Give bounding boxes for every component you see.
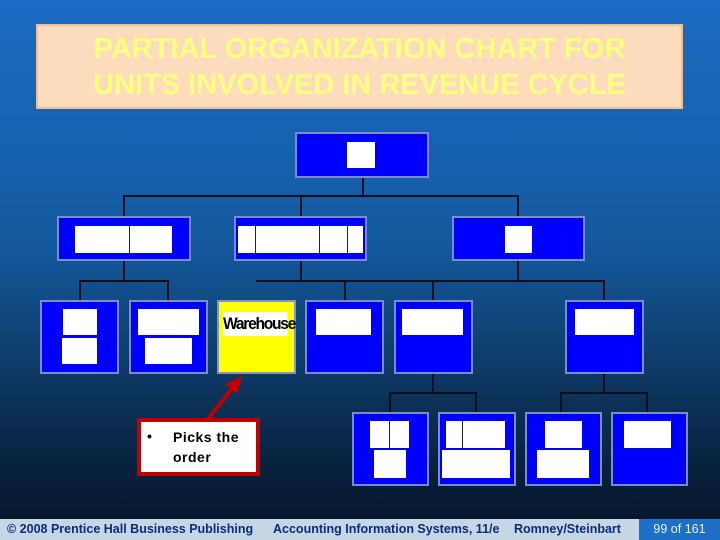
callout-bullet: • [147,428,152,444]
node-label-placeholder [316,309,371,335]
node-label-placeholder [442,450,510,478]
connector [560,392,562,412]
connector [300,260,302,281]
connector [79,280,81,300]
callout-box: • Picks the order [137,418,260,476]
connector [256,280,346,282]
connector [344,280,434,282]
slide-title-box: PARTIAL ORGANIZATION CHART FOR UNITS INV… [36,24,683,109]
footer-book-title: Accounting Information Systems, 11/e [273,522,500,536]
connector [432,280,604,282]
connector [432,280,434,300]
node-label-placeholder [575,309,634,335]
page-number-badge: 99 of 161 [639,519,720,540]
node-label-placeholder [545,421,582,448]
node-label-placeholder [348,226,363,253]
node-label-placeholder [63,309,97,335]
node-label-placeholder [374,450,406,478]
connector [646,392,648,412]
connector [79,280,169,282]
org-node-level4-1 [352,412,429,486]
org-node-level3-5 [394,300,473,374]
org-node-top [295,132,429,178]
org-node-level3-1 [40,300,119,374]
org-node-level2-b [234,216,367,261]
org-node-level3-4 [305,300,384,374]
connector [560,392,648,394]
connector [123,195,519,197]
node-label-placeholder [537,450,589,478]
node-label-placeholder [347,142,375,168]
callout-arrow-icon [205,376,242,422]
connector [475,392,477,412]
node-label-placeholder [238,226,256,253]
footer-copyright: © 2008 Prentice Hall Business Publishing [7,522,254,536]
connector [432,373,434,393]
connector [167,280,169,300]
connector [123,260,125,281]
connector [123,195,125,217]
node-label-placeholder [138,309,199,335]
node-label-placeholder [446,421,463,448]
node-label-placeholder [505,226,532,253]
callout-line-2: order [173,449,212,465]
slide-footer: © 2008 Prentice Hall Business Publishing… [0,519,720,540]
connector [603,373,605,393]
connector [603,280,605,300]
slide-title-line-1: PARTIAL ORGANIZATION CHART FOR [93,32,626,65]
node-label-placeholder [402,309,463,335]
org-node-level2-a [57,216,191,261]
node-label-placeholder [130,226,172,253]
connector [517,260,519,281]
org-node-level4-4 [611,412,688,486]
connector [389,392,477,394]
org-node-level3-2 [129,300,208,374]
connector [517,195,519,217]
node-label-placeholder [145,338,192,364]
node-label-placeholder [463,421,505,448]
org-node-level4-2 [438,412,516,486]
node-label-placeholder [390,421,409,448]
callout-text: Picks the order [173,427,239,467]
slide-title-line-2: UNITS INVOLVED IN REVENUE CYCLE [93,68,626,101]
connector [389,392,391,412]
connector [362,177,364,197]
org-node-level3-6 [565,300,644,374]
connector [300,195,302,217]
node-label-placeholder [62,338,97,364]
node-label-placeholder [624,421,671,448]
footer-authors: Romney/Steinbart [514,522,621,536]
node-label-placeholder [75,226,130,253]
connector [344,280,346,300]
warehouse-label: Warehouse [223,312,296,336]
org-node-warehouse: Warehouse [217,300,296,374]
node-label-placeholder [370,421,390,448]
org-node-level2-c [452,216,585,261]
org-node-level4-3 [525,412,602,486]
node-label-placeholder [256,226,320,253]
callout-line-1: Picks the [173,429,239,445]
node-label-placeholder [320,226,348,253]
